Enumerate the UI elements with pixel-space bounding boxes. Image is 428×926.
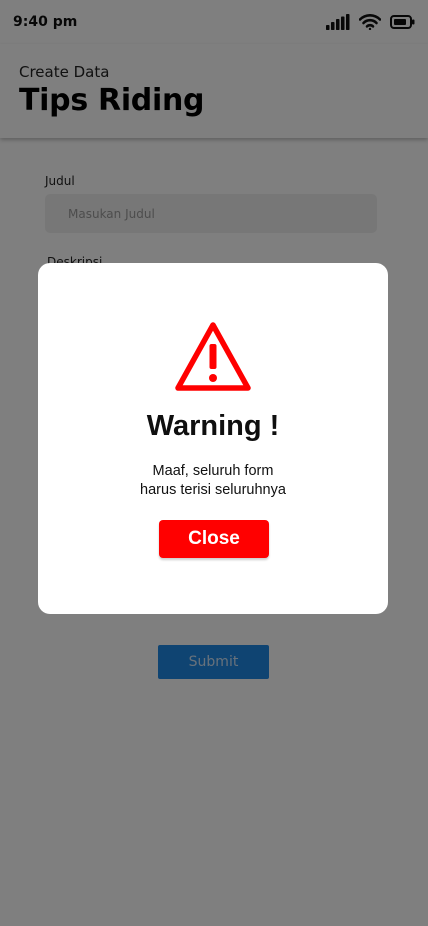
dialog-message-line-1: Maaf, seluruh form: [152, 463, 274, 479]
warning-dialog: Warning ! Maaf, seluruh form harus teris…: [38, 263, 388, 614]
close-button[interactable]: Close: [159, 520, 269, 558]
warning-icon: [175, 322, 251, 391]
dialog-message-line-2: harus terisi seluruhnya: [140, 482, 286, 498]
dialog-title: Warning !: [146, 410, 280, 442]
dialog-message: Maaf, seluruh form harus terisi seluruhn…: [38, 462, 388, 500]
